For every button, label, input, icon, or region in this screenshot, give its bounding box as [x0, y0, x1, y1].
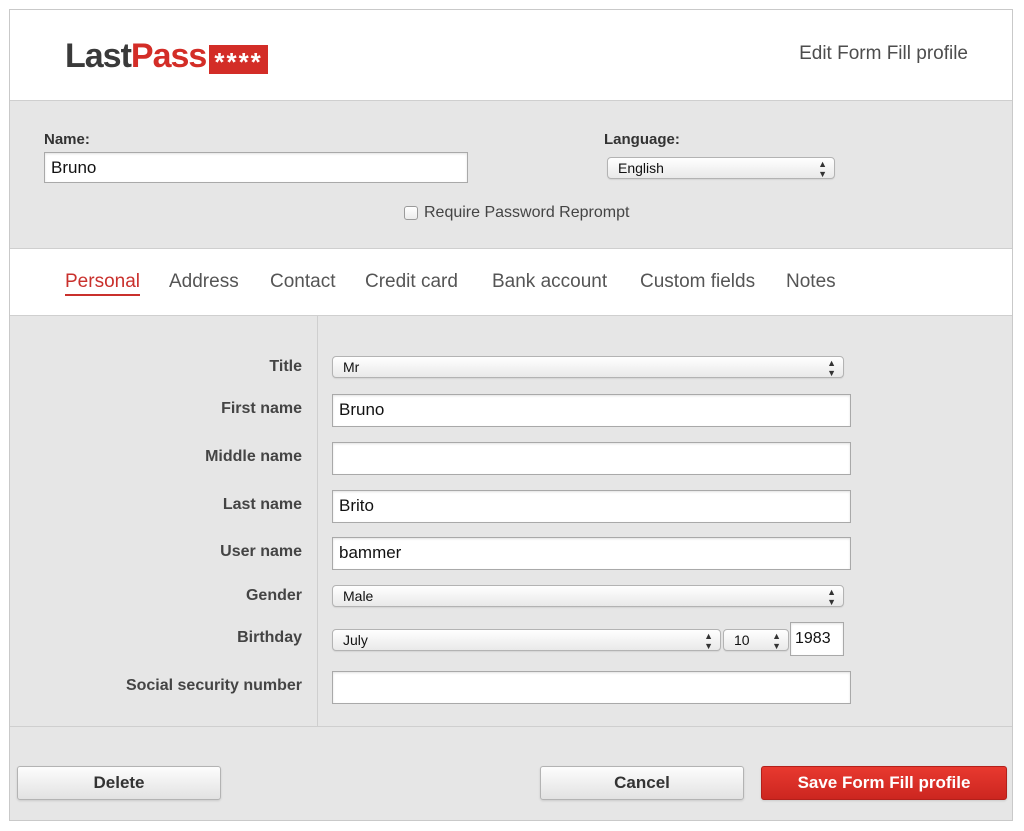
tab-notes[interactable]: Notes [786, 271, 836, 293]
form-fill-dialog: Last Pass **** Edit Form Fill profile Na… [9, 9, 1013, 821]
first-name-label: First name [221, 400, 302, 417]
title-label: Title [269, 358, 302, 375]
ssn-label: Social security number [125, 677, 302, 694]
last-name-field[interactable]: Brito [332, 490, 851, 523]
language-select[interactable]: English ▲ ▼ [607, 157, 835, 179]
select-arrows-icon: ▲ ▼ [827, 587, 836, 607]
save-button[interactable]: Save Form Fill profile [761, 766, 1007, 800]
birthday-day-value: 10 [734, 632, 750, 648]
middle-name-label: Middle name [205, 448, 302, 465]
name-label: Name: [44, 131, 90, 148]
page-title: Edit Form Fill profile [799, 43, 968, 64]
birthday-year-field[interactable]: 1983 [790, 622, 844, 656]
tab-credit-card[interactable]: Credit card [365, 271, 458, 293]
profile-settings: Name: Bruno Language: English ▲ ▼ Require… [10, 101, 1012, 249]
logo-stars: **** [209, 44, 268, 74]
tab-personal[interactable]: Personal [65, 271, 140, 296]
gender-select[interactable]: Male ▲ ▼ [332, 585, 844, 607]
dialog-header: Last Pass **** Edit Form Fill profile [10, 10, 1012, 101]
tab-contact[interactable]: Contact [270, 271, 335, 293]
reprompt-checkbox[interactable] [404, 206, 418, 220]
tab-custom-fields[interactable]: Custom fields [640, 271, 755, 293]
select-arrows-icon: ▲ ▼ [772, 631, 781, 651]
birthday-label: Birthday [237, 629, 302, 646]
lastpass-logo: Last Pass **** [65, 36, 268, 75]
last-name-label: Last name [222, 496, 302, 513]
title-select-value: Mr [343, 359, 360, 375]
select-arrows-icon: ▲ ▼ [827, 358, 836, 378]
language-label: Language: [604, 131, 680, 148]
gender-label: Gender [245, 587, 302, 604]
birthday-day-select[interactable]: 10 ▲ ▼ [723, 629, 789, 651]
ssn-field[interactable] [332, 671, 851, 704]
first-name-field[interactable]: Bruno [332, 394, 851, 427]
delete-button[interactable]: Delete [17, 766, 221, 800]
user-name-label: User name [220, 543, 302, 560]
gender-select-value: Male [343, 588, 374, 604]
language-select-value: English [618, 160, 664, 176]
profile-name-field[interactable]: Bruno [44, 152, 468, 183]
logo-text-pass: Pass [130, 36, 207, 75]
birthday-month-value: July [343, 632, 368, 648]
reprompt-label[interactable]: Require Password Reprompt [424, 204, 629, 222]
user-name-field[interactable]: bammer [332, 537, 851, 570]
panel-divider [317, 316, 318, 726]
dialog-footer: Delete Cancel Save Form Fill profile [10, 727, 1012, 820]
select-arrows-icon: ▲ ▼ [818, 159, 827, 179]
profile-tabs: Personal Address Contact Credit card Ban… [10, 249, 1012, 316]
tab-bank-account[interactable]: Bank account [492, 271, 607, 293]
tab-address[interactable]: Address [169, 271, 239, 293]
personal-panel: Title Mr ▲ ▼ First name Bruno Middle name… [10, 316, 1012, 727]
cancel-button[interactable]: Cancel [540, 766, 744, 800]
reprompt-row[interactable]: Require Password Reprompt [404, 204, 629, 222]
middle-name-field[interactable] [332, 442, 851, 475]
title-select[interactable]: Mr ▲ ▼ [332, 356, 844, 378]
select-arrows-icon: ▲ ▼ [704, 631, 713, 651]
birthday-month-select[interactable]: July ▲ ▼ [332, 629, 721, 651]
logo-text-last: Last [65, 36, 132, 75]
